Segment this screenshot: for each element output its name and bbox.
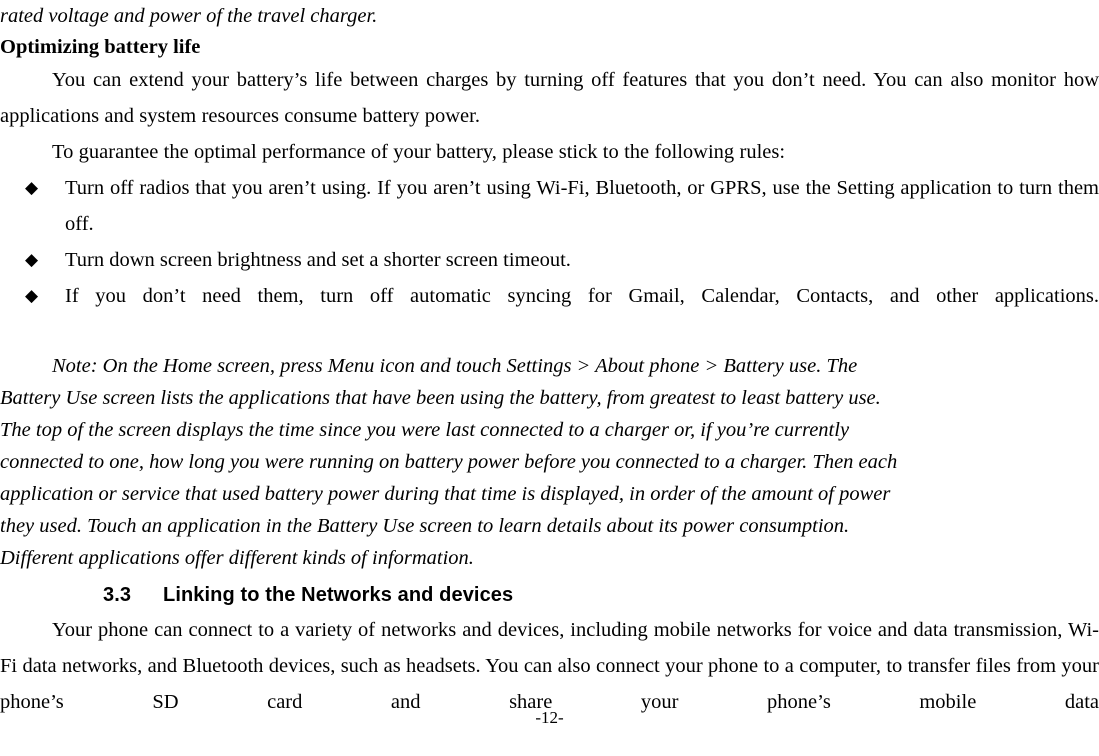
section-heading-3-3: 3.3 Linking to the Networks and devices	[0, 578, 1099, 612]
page-content: rated voltage and power of the travel ch…	[0, 0, 1099, 756]
document-page: rated voltage and power of the travel ch…	[0, 0, 1099, 734]
paragraph-rules-lead-in: To guarantee the optimal performance of …	[52, 141, 786, 163]
diamond-bullet-icon: ◆	[25, 250, 39, 270]
list-item-text: If you don’t need them, turn off automat…	[65, 285, 1099, 307]
list-item-text: Turn off radios that you aren’t using. I…	[65, 177, 1099, 235]
note-line: Battery Use screen lists the application…	[0, 387, 881, 409]
subheading-optimizing-battery-life: Optimizing battery life	[0, 36, 201, 58]
list-item-text: Turn down screen brightness and set a sh…	[65, 249, 571, 271]
note-line: connected to one, how long you were runn…	[0, 451, 898, 473]
note-line: The top of the screen displays the time …	[0, 419, 850, 441]
note-line: Different applications offer different k…	[0, 547, 474, 569]
note-line: they used. Touch an application in the B…	[0, 515, 850, 537]
section-number: 3.3	[103, 584, 132, 606]
note-line: application or service that used battery…	[0, 483, 891, 505]
battery-rules-list: ◆ Turn off radios that you aren’t using.…	[0, 170, 1099, 350]
continued-text-line: rated voltage and power of the travel ch…	[0, 5, 378, 27]
note-block: Note: On the Home screen, press Menu ico…	[0, 350, 1099, 574]
page-number-footer: -12-	[535, 708, 564, 727]
note-line: Note: On the Home screen, press Menu ico…	[52, 355, 858, 377]
diamond-bullet-icon: ◆	[25, 286, 39, 306]
paragraph-battery-life-intro: You can extend your battery’s life betwe…	[0, 69, 1099, 127]
list-item: ◆ Turn down screen brightness and set a …	[0, 242, 1099, 278]
paragraph-linking-networks: Your phone can connect to a variety of n…	[0, 619, 1099, 713]
list-item: ◆ Turn off radios that you aren’t using.…	[0, 170, 1099, 242]
diamond-bullet-icon: ◆	[25, 178, 39, 198]
section-title: Linking to the Networks and devices	[163, 584, 514, 606]
list-item: ◆ If you don’t need them, turn off autom…	[0, 278, 1099, 350]
